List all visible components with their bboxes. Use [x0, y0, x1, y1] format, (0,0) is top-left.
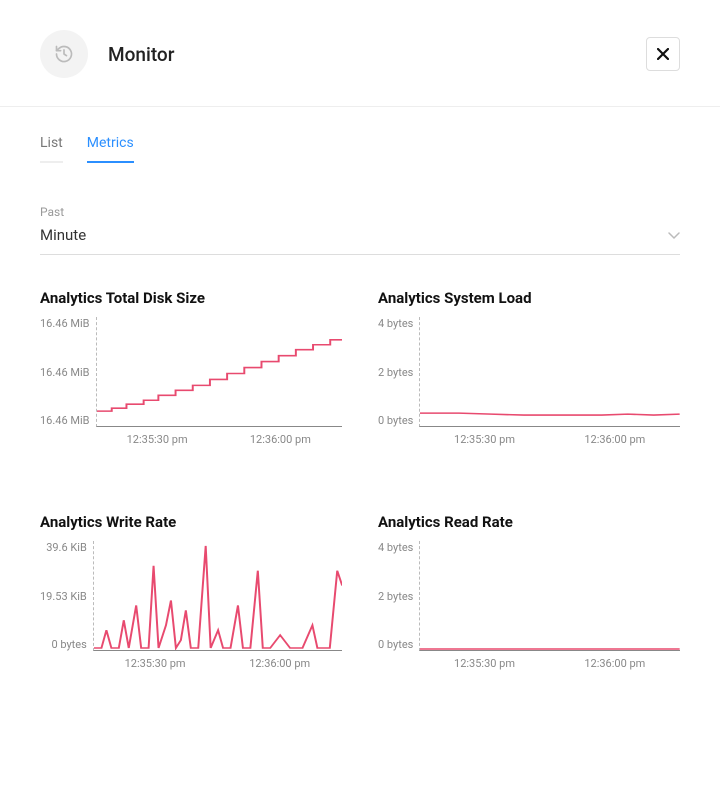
chart-area: 16.46 MiB 16.46 MiB 16.46 MiB 12:35:30 p… — [40, 317, 342, 457]
chart-area: 39.6 KiB 19.53 KiB 0 bytes 12:35:30 pm 1… — [40, 541, 342, 681]
x-axis: 12:35:30 pm 12:36:00 pm — [419, 433, 680, 446]
x-tick: 12:36:00 pm — [584, 433, 645, 446]
y-tick: 16.46 MiB — [40, 414, 90, 427]
x-tick: 12:35:30 pm — [127, 433, 188, 446]
page-title: Monitor — [108, 43, 174, 66]
y-tick: 4 bytes — [378, 541, 413, 554]
y-axis: 4 bytes 2 bytes 0 bytes — [378, 317, 419, 427]
tab-metrics[interactable]: Metrics — [87, 129, 134, 163]
chart-disk-size: Analytics Total Disk Size 16.46 MiB 16.4… — [40, 289, 342, 457]
x-tick: 12:35:30 pm — [454, 657, 515, 670]
chart-system-load: Analytics System Load 4 bytes 2 bytes 0 … — [378, 289, 680, 457]
close-icon — [657, 45, 669, 64]
chart-area: 4 bytes 2 bytes 0 bytes 12:35:30 pm 12:3… — [378, 317, 680, 457]
y-tick: 39.6 KiB — [46, 541, 87, 554]
plot — [419, 317, 680, 427]
chart-title: Analytics System Load — [378, 289, 680, 307]
chart-title: Analytics Total Disk Size — [40, 289, 342, 307]
plot-wrap: 12:35:30 pm 12:36:00 pm — [419, 317, 680, 457]
plot — [93, 541, 342, 651]
close-button[interactable] — [646, 37, 680, 71]
y-axis: 39.6 KiB 19.53 KiB 0 bytes — [40, 541, 93, 651]
plot — [419, 541, 680, 651]
plot-wrap: 12:35:30 pm 12:36:00 pm — [96, 317, 343, 457]
y-tick: 2 bytes — [378, 366, 413, 379]
series-line — [94, 541, 342, 650]
plot — [96, 317, 343, 427]
page-header: Monitor — [0, 0, 720, 107]
y-tick: 16.46 MiB — [40, 366, 90, 379]
x-tick: 12:36:00 pm — [250, 433, 311, 446]
x-axis: 12:35:30 pm 12:36:00 pm — [93, 657, 342, 670]
time-range-selector-wrap: Past Minute — [40, 205, 680, 255]
plot-wrap: 12:35:30 pm 12:36:00 pm — [93, 541, 342, 681]
history-icon — [40, 30, 88, 78]
series-line — [97, 317, 343, 426]
chart-write-rate: Analytics Write Rate 39.6 KiB 19.53 KiB … — [40, 513, 342, 681]
y-tick: 4 bytes — [378, 317, 413, 330]
charts-grid: Analytics Total Disk Size 16.46 MiB 16.4… — [40, 289, 680, 681]
y-tick: 0 bytes — [378, 638, 413, 651]
y-tick: 2 bytes — [378, 590, 413, 603]
time-range-label: Past — [40, 205, 680, 219]
y-tick: 19.53 KiB — [40, 590, 87, 603]
time-range-value: Minute — [40, 226, 86, 244]
tab-list[interactable]: List — [40, 129, 63, 163]
y-axis: 4 bytes 2 bytes 0 bytes — [378, 541, 419, 651]
series-line — [420, 317, 680, 426]
plot-wrap: 12:35:30 pm 12:36:00 pm — [419, 541, 680, 681]
y-tick: 16.46 MiB — [40, 317, 90, 330]
header-left: Monitor — [40, 30, 174, 78]
chart-title: Analytics Read Rate — [378, 513, 680, 531]
chevron-down-icon — [668, 225, 680, 244]
tabs: List Metrics — [40, 129, 680, 163]
x-tick: 12:35:30 pm — [454, 433, 515, 446]
x-tick: 12:36:00 pm — [249, 657, 310, 670]
y-tick: 0 bytes — [51, 638, 86, 651]
content: List Metrics Past Minute Analytics Total… — [0, 107, 720, 681]
x-tick: 12:35:30 pm — [125, 657, 186, 670]
chart-read-rate: Analytics Read Rate 4 bytes 2 bytes 0 by… — [378, 513, 680, 681]
time-range-selector[interactable]: Minute — [40, 225, 680, 255]
x-tick: 12:36:00 pm — [584, 657, 645, 670]
x-axis: 12:35:30 pm 12:36:00 pm — [419, 657, 680, 670]
chart-area: 4 bytes 2 bytes 0 bytes 12:35:30 pm 12:3… — [378, 541, 680, 681]
x-axis: 12:35:30 pm 12:36:00 pm — [96, 433, 343, 446]
y-tick: 0 bytes — [378, 414, 413, 427]
series-line — [420, 541, 680, 650]
chart-title: Analytics Write Rate — [40, 513, 342, 531]
y-axis: 16.46 MiB 16.46 MiB 16.46 MiB — [40, 317, 96, 427]
